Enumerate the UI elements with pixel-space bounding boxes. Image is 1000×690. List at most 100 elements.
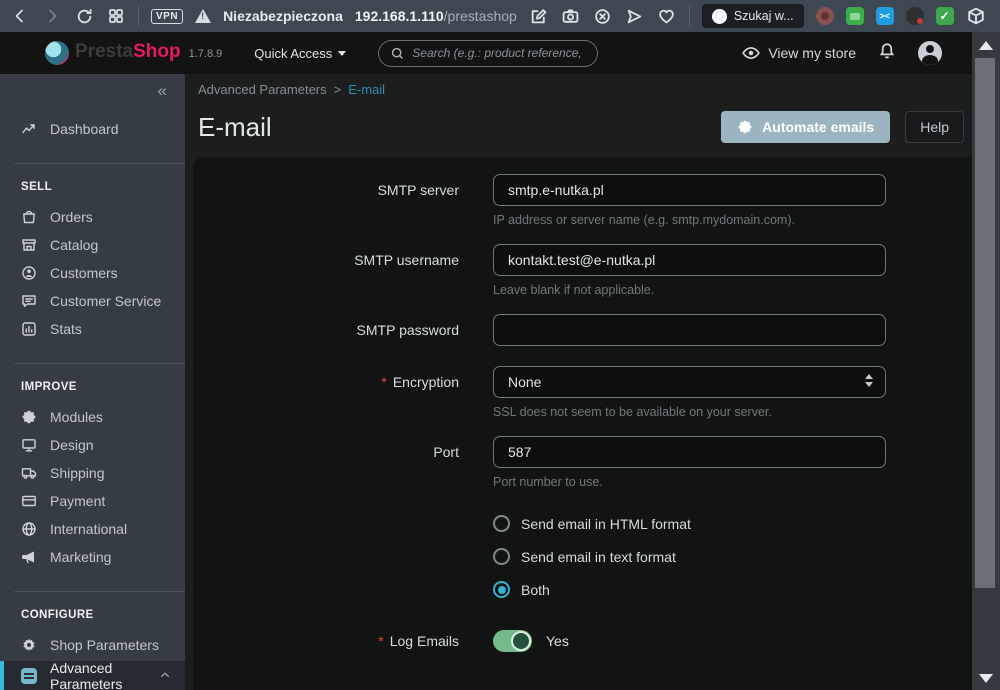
sidebar-item-label: Design: [50, 437, 94, 453]
chevron-down-icon: [338, 51, 346, 56]
prestashop-logo[interactable]: PrestaShop 1.7.8.9: [45, 41, 222, 65]
sidebar-item-customer-service[interactable]: Customer Service: [0, 287, 185, 315]
globe-icon: [21, 521, 37, 537]
select-arrows-icon: [865, 374, 873, 387]
help-button[interactable]: Help: [905, 111, 964, 143]
sidebar-item-label: Modules: [50, 409, 103, 425]
smtp-password-label: SMTP password: [193, 314, 493, 346]
insecure-warning-icon[interactable]: [195, 9, 211, 23]
sidebar-item-marketing[interactable]: Marketing: [0, 543, 185, 571]
reload-icon[interactable]: [74, 6, 94, 26]
sidebar-item-shop-parameters[interactable]: Shop Parameters: [0, 631, 185, 659]
extension-dark-icon[interactable]: [906, 7, 924, 25]
log-emails-toggle[interactable]: [493, 630, 532, 652]
extension-check-icon[interactable]: ✓: [936, 7, 954, 25]
sidebar-section-improve: IMPROVE: [0, 364, 185, 403]
radio-icon[interactable]: [493, 548, 510, 565]
url-path: /prestashop: [444, 8, 517, 24]
notifications-bell-icon[interactable]: [878, 42, 896, 65]
chat-bubble-icon: [21, 293, 37, 309]
encryption-label: *Encryption: [193, 366, 493, 436]
tiles-icon[interactable]: [106, 6, 126, 26]
radio-html-format[interactable]: Send email in HTML format: [493, 507, 886, 540]
extension-wallet-icon[interactable]: [846, 7, 864, 25]
sidebar-item-label: Orders: [50, 209, 93, 225]
admin-search-bar[interactable]: [378, 40, 598, 67]
sidebar-item-payment[interactable]: Payment: [0, 487, 185, 515]
sidebar-item-label: Stats: [50, 321, 82, 337]
account-avatar[interactable]: [918, 41, 942, 65]
send-tab-icon[interactable]: [625, 6, 645, 26]
screenshot-camera-icon[interactable]: [561, 6, 581, 26]
automate-emails-button[interactable]: Automate emails: [721, 111, 890, 143]
sidebar-item-advanced-parameters[interactable]: Advanced Parameters: [0, 661, 185, 690]
radio-text-format[interactable]: Send email in text format: [493, 540, 886, 573]
smtp-server-label: SMTP server: [193, 174, 493, 244]
port-hint: Port number to use.: [493, 475, 886, 489]
log-emails-value: Yes: [546, 625, 569, 657]
extension-red-icon[interactable]: [816, 7, 834, 25]
radio-both-format[interactable]: Both: [493, 573, 886, 606]
view-my-store-link[interactable]: View my store: [742, 44, 856, 62]
radio-icon[interactable]: [493, 515, 510, 532]
forward-icon[interactable]: [42, 6, 62, 26]
sidebar-item-design[interactable]: Design: [0, 431, 185, 459]
back-icon[interactable]: [10, 6, 30, 26]
credit-card-icon: [21, 493, 37, 509]
sidebar-item-modules[interactable]: Modules: [0, 403, 185, 431]
sidebar-item-shipping[interactable]: Shipping: [0, 459, 185, 487]
address-bar[interactable]: 192.168.1.110/prestashop: [355, 8, 517, 24]
smtp-username-input[interactable]: [493, 244, 886, 276]
smtp-server-input[interactable]: [493, 174, 886, 206]
automate-emails-label: Automate emails: [762, 119, 874, 135]
bar-chart-icon: [21, 321, 37, 337]
monitor-icon: [21, 437, 37, 453]
trending-up-icon: [21, 121, 37, 137]
sidebar-collapse-icon[interactable]: «: [158, 82, 167, 99]
sidebar-item-dashboard[interactable]: Dashboard: [0, 115, 185, 143]
smtp-password-input[interactable]: [493, 314, 886, 346]
scrollbar-thumb[interactable]: [975, 58, 995, 588]
puzzle-icon: [737, 119, 753, 135]
logo-shop-text: Shop: [133, 41, 181, 63]
radio-label: Send email in text format: [521, 549, 676, 565]
log-emails-label: *Log Emails: [193, 625, 493, 657]
vpn-badge[interactable]: VPN: [151, 9, 183, 24]
breadcrumb-current[interactable]: E-mail: [348, 82, 385, 97]
sidebar-item-orders[interactable]: Orders: [0, 203, 185, 231]
email-settings-panel: SMTP server IP address or server name (e…: [193, 157, 972, 690]
scroll-down-arrow-icon[interactable]: [979, 674, 993, 683]
bookmark-heart-icon[interactable]: [657, 6, 677, 26]
radio-label: Send email in HTML format: [521, 516, 691, 532]
breadcrumb-parent[interactable]: Advanced Parameters: [198, 82, 327, 97]
breadcrumb-separator: >: [334, 82, 342, 97]
prestashop-header: PrestaShop 1.7.8.9 Quick Access View my …: [0, 32, 972, 74]
toolbar-divider: [689, 6, 690, 26]
blocker-icon[interactable]: [593, 6, 613, 26]
extension-code-icon[interactable]: ><: [876, 7, 894, 25]
sidebar-item-catalog[interactable]: Catalog: [0, 231, 185, 259]
vertical-scrollbar[interactable]: [972, 32, 1000, 690]
edit-page-icon[interactable]: [529, 6, 549, 26]
sidebar-item-international[interactable]: International: [0, 515, 185, 543]
search-icon: [391, 47, 404, 60]
view-my-store-label: View my store: [768, 45, 856, 61]
encryption-hint: SSL does not seem to be available on you…: [493, 405, 886, 419]
search-input[interactable]: [412, 46, 585, 60]
breadcrumb: Advanced Parameters > E-mail: [198, 82, 964, 97]
scroll-up-arrow-icon[interactable]: [979, 41, 993, 50]
main-content: Advanced Parameters > E-mail E-mail Auto…: [185, 74, 972, 690]
sidebar-item-stats[interactable]: Stats: [0, 315, 185, 343]
radio-checked-icon[interactable]: [493, 581, 510, 598]
url-host: 192.168.1.110: [355, 8, 444, 24]
quick-access-dropdown[interactable]: Quick Access: [254, 46, 346, 61]
gear-icon: [21, 637, 37, 653]
google-search-shortcut[interactable]: G Szukaj w...: [702, 4, 804, 28]
encryption-select[interactable]: None: [493, 366, 886, 398]
smtp-username-label: SMTP username: [193, 244, 493, 314]
package-box-icon[interactable]: [966, 6, 986, 26]
sidebar-item-customers[interactable]: Customers: [0, 259, 185, 287]
port-input[interactable]: [493, 436, 886, 468]
smtp-username-hint: Leave blank if not applicable.: [493, 283, 886, 297]
sidebar-item-label: Payment: [50, 493, 105, 509]
